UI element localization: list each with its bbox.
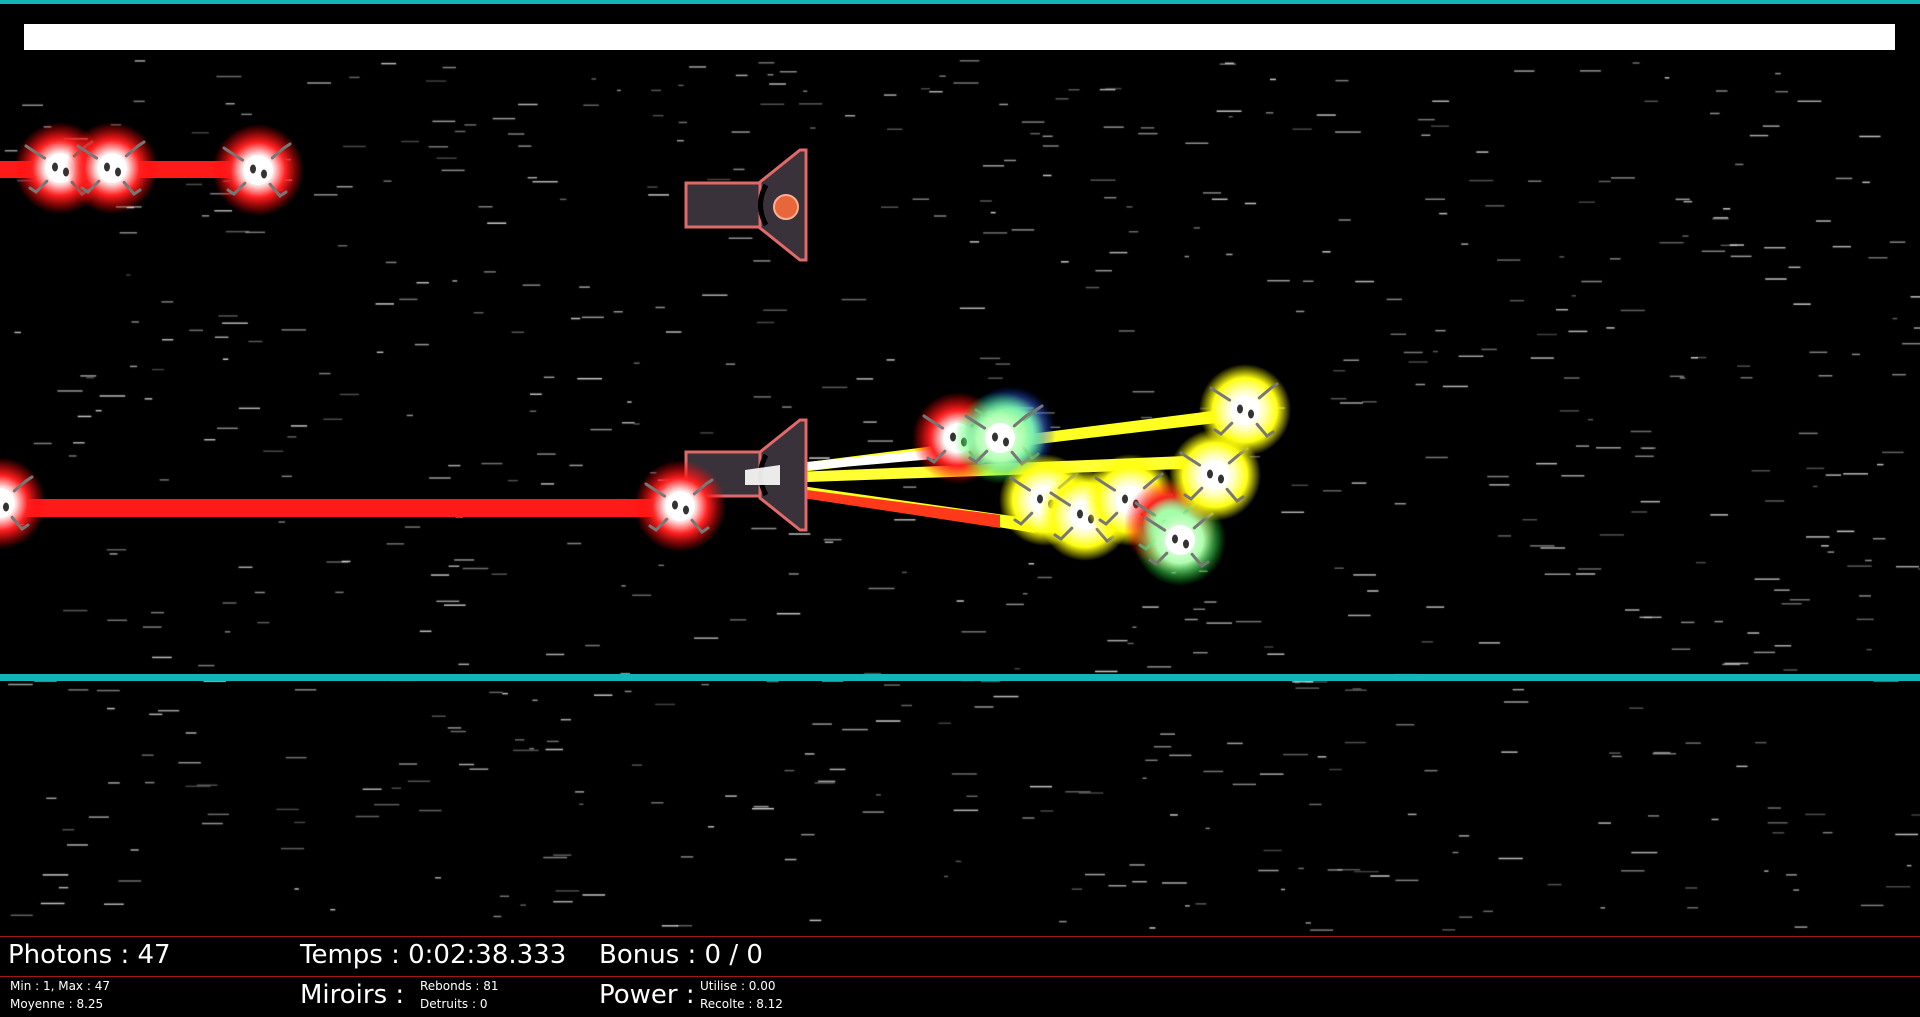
photon-creature-icon xyxy=(212,124,304,216)
photons-count: Photons : 47 xyxy=(8,940,171,970)
elapsed-time: Temps : 0:02:38.333 xyxy=(300,940,567,970)
mirrors-label: Miroirs : xyxy=(300,980,405,1010)
photon-creature-icon xyxy=(634,460,726,552)
photon-creature-icon xyxy=(0,457,46,549)
photons-average: Moyenne : 8.25 xyxy=(10,997,104,1011)
playfield-divider xyxy=(0,674,1920,681)
game-playfield[interactable] xyxy=(0,0,1920,1017)
photon-creature-icon xyxy=(1199,364,1291,456)
mirrors-destroyed: Detruits : 0 xyxy=(420,997,488,1011)
mirrors-bounces: Rebonds : 81 xyxy=(420,979,499,993)
photon-creature-icon xyxy=(66,122,158,214)
power-harvested: Recolte : 8.12 xyxy=(700,997,783,1011)
power-label: Power : xyxy=(599,980,695,1010)
hud-panel: Photons : 47 Min : 1, Max : 47 Moyenne :… xyxy=(0,936,1920,1017)
hud-top-line xyxy=(0,936,1920,937)
bonus-count: Bonus : 0 / 0 xyxy=(599,940,763,970)
hud-mid-line xyxy=(0,976,1920,977)
power-used: Utilise : 0.00 xyxy=(700,979,776,993)
laser-emitter-icon[interactable] xyxy=(684,148,808,262)
photons-minmax: Min : 1, Max : 47 xyxy=(10,979,110,993)
red-laser-beam xyxy=(0,499,680,517)
